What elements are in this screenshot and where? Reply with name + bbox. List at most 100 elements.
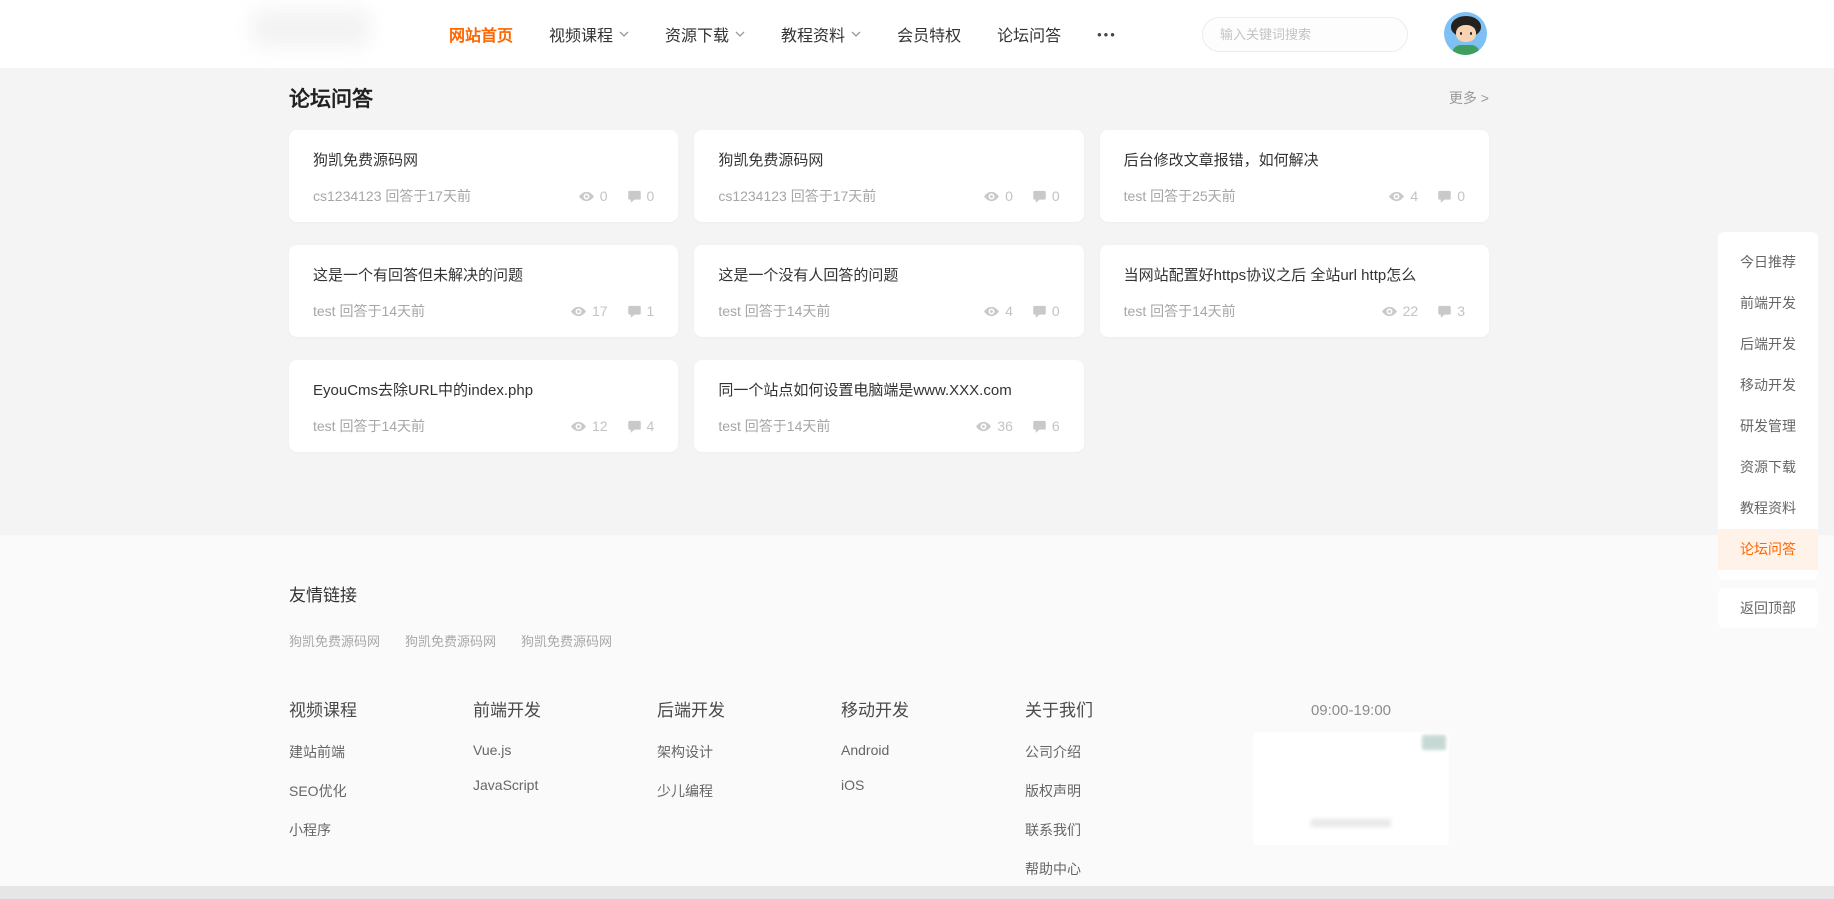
footer-link[interactable]: JavaScript [473,777,657,793]
nav-label: 视频课程 [549,22,613,46]
footer-link[interactable]: iOS [841,777,1025,793]
avatar-eye [1460,32,1462,35]
nav-label: 资源下载 [665,22,729,46]
footer-link[interactable]: 小程序 [289,820,473,840]
chevron-down-icon [851,31,861,37]
side-item-resource-downloads[interactable]: 资源下载 [1718,447,1818,488]
forum-qa-section: 论坛问答 更多 > 狗凯免费源码网 cs1234123 回答于17天前 0 0 … [0,68,1834,535]
nav-label: 会员特权 [897,22,961,46]
chevron-down-icon [735,31,745,37]
qr-code-placeholder [1253,732,1449,845]
views-count: 4 [1005,303,1013,319]
footer-col-title: 移动开发 [841,696,1025,721]
qa-card[interactable]: 后台修改文章报错，如何解决 test 回答于25天前 4 0 [1100,130,1489,222]
footer-link[interactable]: 架构设计 [657,742,841,762]
question-title[interactable]: EyouCms去除URL中的index.php [313,379,654,400]
floating-category-nav: 今日推荐 前端开发 后端开发 移动开发 研发管理 资源下载 教程资料 论坛问答 [1718,232,1818,580]
qa-card[interactable]: 当网站配置好https协议之后 全站url http怎么 test 回答于14天… [1100,245,1489,337]
side-item-today-picks[interactable]: 今日推荐 [1718,242,1818,283]
footer-col-title: 视频课程 [289,696,473,721]
footer-col-frontend: 前端开发 Vue.js JavaScript [473,696,657,898]
side-item-backend[interactable]: 后端开发 [1718,324,1818,365]
nav-label: 论坛问答 [997,22,1061,46]
qa-card[interactable]: 狗凯免费源码网 cs1234123 回答于17天前 0 0 [694,130,1083,222]
answer-meta: test 回答于14天前 [313,416,425,436]
footer-col-title: 后端开发 [657,696,841,721]
side-item-mobile[interactable]: 移动开发 [1718,365,1818,406]
comments-icon [627,419,642,434]
service-info: 09:00-19:00 [1253,702,1449,845]
nav-item-tutorial-materials[interactable]: 教程资料 [781,22,861,46]
footer-link[interactable]: 版权声明 [1025,781,1209,801]
footer-link[interactable]: SEO优化 [289,781,473,801]
footer-link[interactable]: 帮助中心 [1025,859,1209,879]
comments-count: 4 [647,418,655,434]
comments-count: 0 [1052,188,1060,204]
answer-meta: test 回答于14天前 [313,301,425,321]
nav-item-resource-downloads[interactable]: 资源下载 [665,22,745,46]
nav-label: 教程资料 [781,22,845,46]
nav-item-home[interactable]: 网站首页 [449,22,513,46]
views-icon [1381,303,1398,320]
question-title[interactable]: 这是一个有回答但未解决的问题 [313,264,654,285]
avatar-face [1456,25,1476,42]
search-input[interactable] [1220,27,1396,42]
views-icon [570,418,587,435]
bottom-edge-bar [0,886,1834,899]
site-logo[interactable] [252,9,370,47]
comments-count: 6 [1052,418,1060,434]
question-title[interactable]: 狗凯免费源码网 [313,149,654,170]
nav-item-forum-qa[interactable]: 论坛问答 [997,22,1061,46]
side-item-forum-qa[interactable]: 论坛问答 [1718,529,1818,570]
views-icon [983,303,1000,320]
page-title: 论坛问答 [289,83,373,113]
footer-link[interactable]: Vue.js [473,742,657,758]
views-count: 4 [1410,188,1418,204]
comments-icon [627,189,642,204]
footer-link[interactable]: 建站前端 [289,742,473,762]
side-item-frontend[interactable]: 前端开发 [1718,283,1818,324]
question-title[interactable]: 同一个站点如何设置电脑端是www.XXX.com [718,379,1059,400]
friend-link[interactable]: 狗凯免费源码网 [521,631,612,650]
views-icon [975,418,992,435]
user-avatar[interactable] [1444,12,1487,55]
nav-item-video-courses[interactable]: 视频课程 [549,22,629,46]
qa-card[interactable]: 狗凯免费源码网 cs1234123 回答于17天前 0 0 [289,130,678,222]
side-item-rd-management[interactable]: 研发管理 [1718,406,1818,447]
friend-link[interactable]: 狗凯免费源码网 [289,631,380,650]
qa-card-grid: 狗凯免费源码网 cs1234123 回答于17天前 0 0 狗凯免费源码网 cs… [289,130,1489,452]
views-count: 17 [592,303,608,319]
qa-card[interactable]: 这是一个有回答但未解决的问题 test 回答于14天前 17 1 [289,245,678,337]
nav-item-member-privileges[interactable]: 会员特权 [897,22,961,46]
views-count: 22 [1403,303,1419,319]
section-header: 论坛问答 更多 > [289,68,1489,113]
avatar-shirt [1452,45,1480,55]
footer-link[interactable]: 公司介绍 [1025,742,1209,762]
question-title[interactable]: 后台修改文章报错，如何解决 [1124,149,1465,170]
views-count: 0 [600,188,608,204]
views-count: 12 [592,418,608,434]
service-time: 09:00-19:00 [1253,702,1449,719]
question-title[interactable]: 这是一个没有人回答的问题 [718,264,1059,285]
footer-col-backend: 后端开发 架构设计 少儿编程 [657,696,841,898]
nav-more-ellipsis-icon[interactable]: ••• [1097,27,1117,42]
friend-link[interactable]: 狗凯免费源码网 [405,631,496,650]
qa-card[interactable]: EyouCms去除URL中的index.php test 回答于14天前 12 … [289,360,678,452]
comments-icon [1032,419,1047,434]
footer-link[interactable]: 联系我们 [1025,820,1209,840]
qa-card[interactable]: 这是一个没有人回答的问题 test 回答于14天前 4 0 [694,245,1083,337]
main-nav: 网站首页 视频课程 资源下载 教程资料 会员特权 论坛问答 ••• [449,0,1117,68]
question-title[interactable]: 当网站配置好https协议之后 全站url http怎么 [1124,264,1465,285]
footer-link[interactable]: Android [841,742,1025,758]
footer-col-about: 关于我们 公司介绍 版权声明 联系我们 帮助中心 [1025,696,1209,898]
back-to-top-button[interactable]: 返回顶部 [1718,588,1818,628]
comments-count: 0 [647,188,655,204]
footer-link[interactable]: 少儿编程 [657,781,841,801]
comments-icon [1437,189,1452,204]
search-bar[interactable] [1202,17,1408,52]
more-link[interactable]: 更多 > [1449,88,1489,108]
qa-card[interactable]: 同一个站点如何设置电脑端是www.XXX.com test 回答于14天前 36… [694,360,1083,452]
question-title[interactable]: 狗凯免费源码网 [718,149,1059,170]
side-item-tutorial-materials[interactable]: 教程资料 [1718,488,1818,529]
comments-count: 3 [1457,303,1465,319]
